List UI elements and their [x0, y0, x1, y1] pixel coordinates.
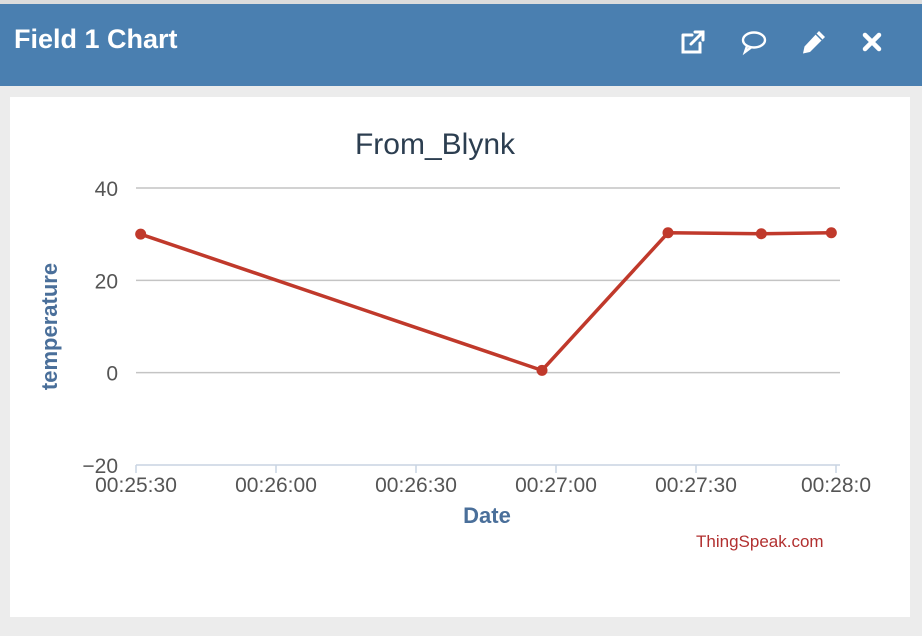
- series-line: [140, 231, 832, 373]
- y-tick-label: 40: [95, 178, 118, 201]
- y-axis-label: temperature: [37, 263, 62, 390]
- x-tick-label: 00:25:30: [95, 474, 177, 497]
- y-tick-label: 20: [95, 270, 118, 293]
- x-tick-label: 00:28:0: [801, 474, 871, 497]
- x-tick-label: 00:27:30: [655, 474, 737, 497]
- data-point: [825, 227, 837, 239]
- data-point: [755, 228, 767, 240]
- y-tick-label: 0: [106, 363, 118, 386]
- thingspeak-credit-link[interactable]: ThingSpeak.com: [696, 532, 824, 552]
- data-point: [662, 227, 674, 239]
- x-tick-label: 00:27:00: [515, 474, 597, 497]
- data-point: [536, 364, 548, 376]
- x-axis-label: Date: [463, 503, 511, 528]
- x-tick-label: 00:26:00: [235, 474, 317, 497]
- x-tick-label: 00:26:30: [375, 474, 457, 497]
- data-point: [135, 228, 147, 240]
